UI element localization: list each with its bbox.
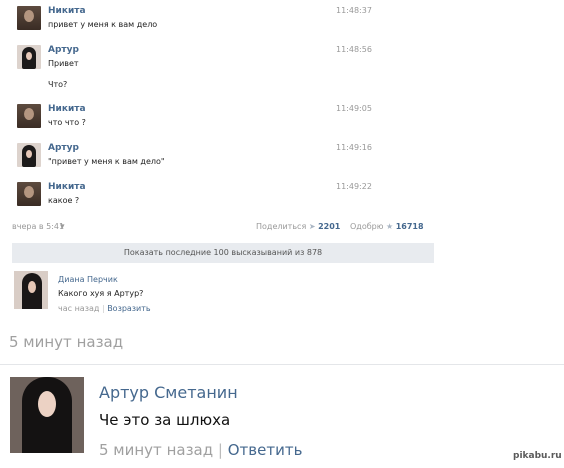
share-label: Поделиться (256, 222, 307, 231)
show-more-button[interactable]: Показать последние 100 высказываний из 8… (12, 243, 434, 263)
time-ago-label: 5 минут назад (9, 333, 124, 351)
sender-name[interactable]: Никита (48, 6, 86, 16)
sender-name[interactable]: Артур (48, 45, 79, 55)
message-time: 11:48:37 (336, 6, 372, 15)
message-text: привет у меня к вам дело (48, 20, 158, 29)
share-icon: ➤ (308, 222, 316, 231)
like-link[interactable]: Одобрю ★ 16718 (350, 222, 424, 231)
message-text: Привет (48, 59, 79, 68)
message-text: "привет у меня к вам дело" (48, 157, 165, 166)
comment-author[interactable]: Диана Перчик (58, 275, 118, 284)
like-count: 16718 (395, 222, 424, 231)
reply-author[interactable]: Артур Сметанин (99, 383, 238, 402)
message-time: 11:49:22 (336, 182, 372, 191)
star-icon: ★ (386, 222, 394, 231)
avatar-diana[interactable] (14, 271, 48, 309)
chat-log: Никита 11:48:37 привет у меня к вам дело… (0, 0, 440, 330)
avatar-artur-smetanin[interactable] (10, 377, 84, 453)
reply-separator: | (217, 441, 223, 459)
comment-footer: час назад | Возразить (58, 304, 151, 313)
message-time: 11:48:56 (336, 45, 372, 54)
sender-name[interactable]: Артур (48, 143, 79, 153)
avatar-artur[interactable] (17, 45, 41, 69)
watermark: pikabu.ru (513, 451, 562, 461)
avatar-nikita[interactable] (17, 182, 41, 206)
message-text: Что? (48, 80, 68, 89)
share-count: 2201 (318, 222, 341, 231)
sender-name[interactable]: Никита (48, 182, 86, 192)
avatar-artur[interactable] (17, 143, 41, 167)
reply-link[interactable]: Ответить (228, 441, 303, 459)
avatar-nikita[interactable] (17, 104, 41, 128)
message-text: какое ? (48, 196, 80, 205)
share-link[interactable]: Поделиться ➤ 2201 (256, 222, 340, 231)
options-icon[interactable]: ▾ (60, 222, 65, 232)
message-time: 11:49:16 (336, 143, 372, 152)
post-date[interactable]: вчера в 5:41 (12, 222, 64, 231)
comment-reply-link[interactable]: Возразить (107, 304, 150, 313)
comment-text: Какого хуя я Артур? (58, 289, 144, 298)
reply-text: Че это за шлюха (99, 411, 231, 429)
sender-name[interactable]: Никита (48, 104, 86, 114)
avatar-nikita[interactable] (17, 6, 41, 30)
message-text: что что ? (48, 118, 86, 127)
like-label: Одобрю (350, 222, 384, 231)
message-time: 11:49:05 (336, 104, 372, 113)
comment-time[interactable]: час назад (58, 304, 99, 313)
reply-footer: 5 минут назад | Ответить (99, 441, 302, 459)
divider (0, 364, 564, 365)
reply-time[interactable]: 5 минут назад (99, 441, 213, 459)
